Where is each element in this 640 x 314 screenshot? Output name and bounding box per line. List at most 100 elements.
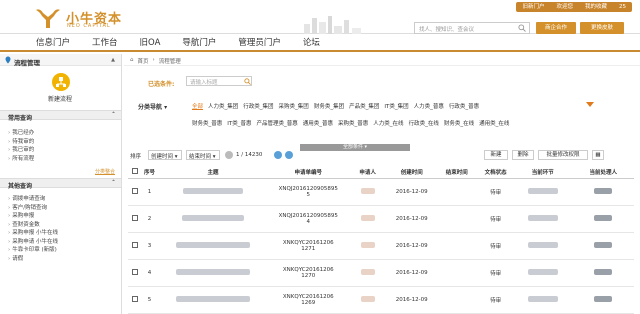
next-page-icon[interactable] bbox=[274, 151, 282, 159]
sidebar-item-other[interactable]: 采购申报 小牛在线 bbox=[8, 228, 121, 237]
row-subject-redacted[interactable] bbox=[156, 259, 270, 287]
expand-triangle-icon[interactable] bbox=[586, 102, 594, 107]
title-filter-input[interactable]: 请输入标题 bbox=[186, 76, 252, 86]
col-header-no[interactable]: 序号 bbox=[142, 166, 157, 179]
sidebar-item-other[interactable]: 采购申报 bbox=[8, 211, 121, 220]
change-skin-button[interactable]: 更换皮肤 bbox=[580, 22, 624, 34]
sidebar-item-other[interactable]: 客户/购销查询 bbox=[8, 203, 121, 212]
category-item[interactable]: 行政类_普惠 bbox=[449, 102, 479, 110]
search-icon[interactable] bbox=[244, 78, 251, 85]
table-row[interactable]: 3 XNKQYC20161206 1271 2016-12-09 待审 bbox=[128, 232, 634, 260]
nav-portal-nav[interactable]: 导航门户 bbox=[171, 34, 227, 50]
col-header-subject[interactable]: 主题 bbox=[156, 166, 270, 179]
col-header-applicant[interactable]: 申请人 bbox=[347, 166, 389, 179]
go-page-icon[interactable] bbox=[285, 151, 293, 159]
row-code[interactable]: XNQJ2016120905895 4 bbox=[269, 205, 348, 233]
row-subject-redacted[interactable] bbox=[156, 286, 270, 314]
row-checkbox[interactable] bbox=[128, 178, 143, 206]
common-query-header[interactable]: 常用查询 ˆ bbox=[0, 110, 121, 122]
batch-permission-button[interactable]: 批量修改权限 bbox=[538, 150, 588, 160]
row-subject-redacted[interactable] bbox=[156, 178, 270, 206]
table-row[interactable]: 5 XNKQYC20161206 1269 2016-12-09 待审 bbox=[128, 286, 634, 314]
category-item[interactable]: 产品类_集团 bbox=[349, 102, 379, 110]
col-header-step[interactable]: 当前环节 bbox=[513, 166, 573, 179]
new-button[interactable]: 新建 bbox=[484, 150, 508, 160]
customize-link[interactable]: 分类整合 bbox=[95, 168, 115, 175]
category-item[interactable]: 行政类_集团 bbox=[243, 102, 273, 110]
row-code[interactable]: XNKQYC20161206 1271 bbox=[269, 232, 348, 260]
breadcrumb-home[interactable]: 首页 bbox=[138, 57, 149, 65]
sidebar-item-all-flows[interactable]: 所有流程 bbox=[8, 154, 121, 163]
sort-ended-select[interactable]: 结束时间 ▾ bbox=[186, 150, 220, 160]
nav-info-portal[interactable]: 信息门户 bbox=[0, 34, 81, 50]
sidebar-item-pending[interactable]: 待我审的 bbox=[8, 137, 121, 146]
category-nav-label[interactable]: 分类导航 ▾ bbox=[138, 102, 167, 111]
sidebar-item-my-handled[interactable]: 我已经办 bbox=[8, 128, 121, 137]
search-input[interactable]: 找人、搜知识、查会议 bbox=[414, 22, 530, 34]
toplink-notifications[interactable]: 25 bbox=[613, 2, 632, 12]
col-header-created[interactable]: 创建时间 bbox=[388, 166, 436, 179]
category-item[interactable]: 行政类_在线 bbox=[409, 119, 439, 127]
toplink-welcome[interactable]: 欢迎您 bbox=[550, 2, 579, 12]
category-item[interactable]: 财务类_集团 bbox=[314, 102, 344, 110]
row-checkbox[interactable] bbox=[128, 259, 143, 287]
sidebar-item-other[interactable]: 牛靠卡印章 (新版) bbox=[8, 245, 121, 254]
row-subject-redacted[interactable] bbox=[156, 205, 270, 233]
flow-table: 序号 主题 申请单编号 申请人 创建时间 结束时间 文档状态 当前环节 当前处理… bbox=[128, 166, 634, 314]
col-header-code[interactable]: 申请单编号 bbox=[269, 166, 348, 179]
other-query-header[interactable]: 其他查询 ˆ bbox=[0, 178, 121, 190]
category-item[interactable]: 通用类_普惠 bbox=[303, 119, 333, 127]
home-icon[interactable]: ⌂ bbox=[130, 57, 134, 63]
category-all[interactable]: 全部 bbox=[192, 102, 203, 110]
sidebar-item-other[interactable]: 采购申请 小牛在线 bbox=[8, 237, 121, 246]
collapse-caret-icon[interactable]: ▲ bbox=[111, 57, 115, 63]
category-item[interactable]: 财务类_在线 bbox=[444, 119, 474, 127]
prev-page-icon[interactable] bbox=[225, 151, 233, 159]
table-row[interactable]: 1 XNQJ2016120905895 5 2016-12-09 待审 bbox=[128, 178, 634, 206]
table-row[interactable]: 4 XNKQYC20161206 1270 2016-12-09 待审 bbox=[128, 259, 634, 287]
nav-workbench[interactable]: 工作台 bbox=[81, 34, 129, 50]
chosen-conditions-label: 已选条件: bbox=[148, 81, 175, 88]
toplink-old-portal[interactable]: 旧新门户 bbox=[516, 2, 550, 12]
row-code-line2: 1270 bbox=[301, 272, 316, 279]
category-item[interactable]: 通用类_在线 bbox=[479, 119, 509, 127]
row-no: 1 bbox=[142, 178, 157, 206]
row-checkbox[interactable] bbox=[128, 232, 143, 260]
business-cooperation-button[interactable]: 商企合作 bbox=[536, 22, 576, 34]
sort-created-select[interactable]: 创建时间 ▾ bbox=[148, 150, 182, 160]
grid-view-icon[interactable]: ▦ bbox=[592, 150, 604, 160]
sidebar-item-other[interactable]: 查财资金数 bbox=[8, 220, 121, 229]
sidebar-item-approved[interactable]: 我已审的 bbox=[8, 145, 121, 154]
col-header-ended[interactable]: 结束时间 bbox=[435, 166, 479, 179]
nav-forum[interactable]: 论坛 bbox=[292, 34, 331, 50]
sidebar-item-other[interactable]: 请假 bbox=[8, 254, 121, 263]
brand-logo[interactable]: 小牛资本 NEO CAPITAL bbox=[34, 6, 134, 30]
category-item[interactable]: 人力类_集团 bbox=[208, 102, 238, 110]
nav-old-oa[interactable]: 旧OA bbox=[129, 34, 172, 50]
search-icon[interactable] bbox=[518, 24, 526, 32]
table-row[interactable]: 2 XNQJ2016120905895 4 2016-12-09 待审 bbox=[128, 205, 634, 233]
category-item[interactable]: 财务类_普惠 bbox=[192, 119, 222, 127]
col-header-status[interactable]: 文档状态 bbox=[478, 166, 514, 179]
category-item[interactable]: IT类_普惠 bbox=[227, 119, 251, 127]
category-item[interactable]: 采购类_集团 bbox=[279, 102, 309, 110]
sidebar-item-other[interactable]: 调拨申请查询 bbox=[8, 194, 121, 203]
row-status: 待审 bbox=[478, 286, 514, 314]
toplink-favorites[interactable]: 我的收藏 bbox=[579, 2, 613, 12]
category-item[interactable]: 人力类_普惠 bbox=[414, 102, 444, 110]
row-code[interactable]: XNKQYC20161206 1269 bbox=[269, 286, 348, 314]
col-header-handler[interactable]: 当前处理人 bbox=[572, 166, 634, 179]
row-code[interactable]: XNQJ2016120905895 5 bbox=[269, 178, 348, 206]
category-item[interactable]: 采购类_普惠 bbox=[338, 119, 368, 127]
delete-button[interactable]: 删除 bbox=[512, 150, 534, 160]
row-subject-redacted[interactable] bbox=[156, 232, 270, 260]
row-checkbox[interactable] bbox=[128, 286, 143, 314]
new-flow-button[interactable]: 新建流程 bbox=[0, 66, 121, 110]
nav-admin-portal[interactable]: 管理员门户 bbox=[227, 34, 292, 50]
row-code[interactable]: XNKQYC20161206 1270 bbox=[269, 259, 348, 287]
category-item[interactable]: 人力类_在线 bbox=[373, 119, 403, 127]
category-item[interactable]: 产品管理类_普惠 bbox=[257, 119, 298, 127]
category-item[interactable]: IT类_集团 bbox=[384, 102, 408, 110]
row-checkbox[interactable] bbox=[128, 205, 143, 233]
select-all-checkbox[interactable] bbox=[128, 166, 143, 179]
